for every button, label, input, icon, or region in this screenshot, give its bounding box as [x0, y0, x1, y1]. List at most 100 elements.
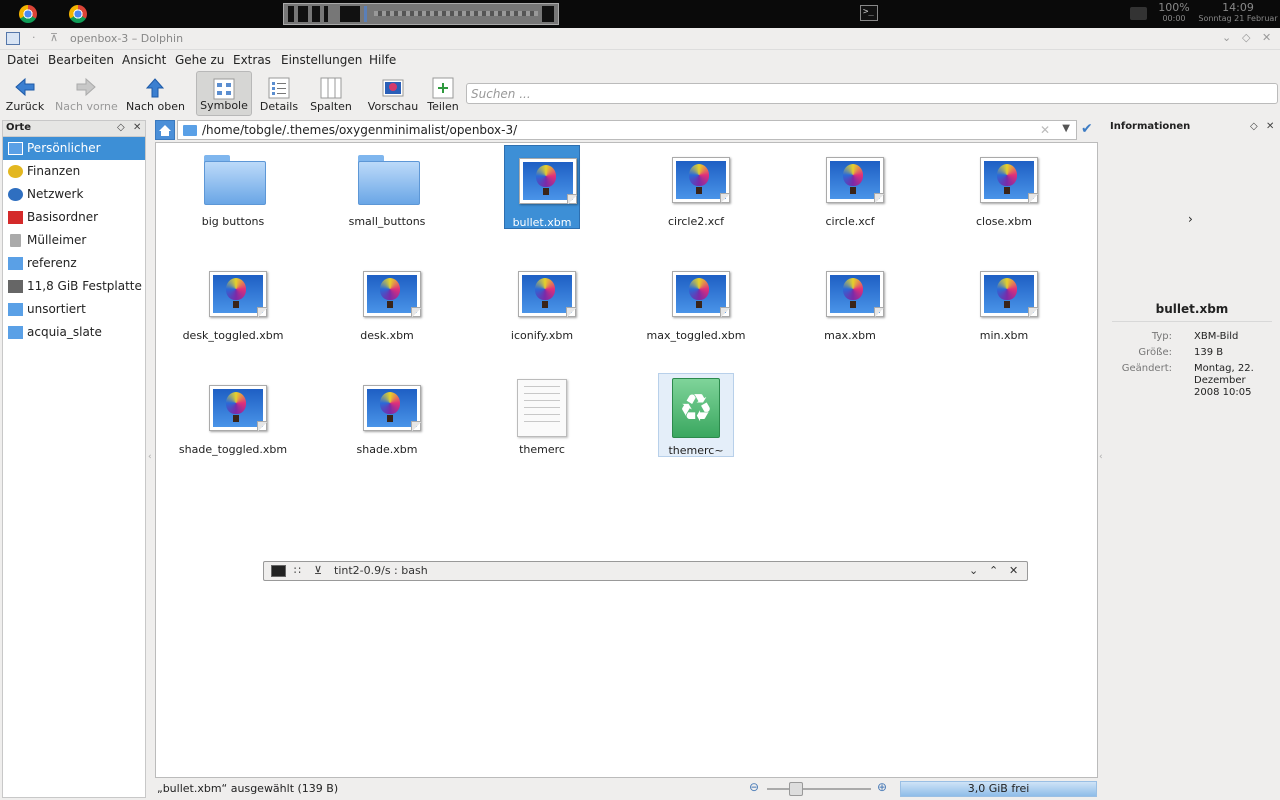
information-panel: Informationen ◇ ✕ › bullet.xbm Typ: XBM-…	[1106, 120, 1278, 798]
file-item[interactable]: ♻ themerc~	[658, 373, 734, 457]
file-view[interactable]: big buttons small_buttons bullet.xbm circle…	[155, 142, 1098, 778]
confirm-path-icon[interactable]: ✔	[1081, 121, 1093, 137]
file-item[interactable]: iconify.xbm	[504, 259, 580, 343]
splitter-handle[interactable]: ‹	[148, 452, 152, 462]
window-titlebar[interactable]: · ⊼ openbox-3 – Dolphin ⌄ ◇ ✕	[0, 28, 1280, 50]
balloon-image-icon	[980, 157, 1038, 203]
view-columns-button[interactable]: Spalten	[308, 71, 354, 116]
file-name: close.xbm	[975, 215, 1033, 228]
zoom-track[interactable]	[767, 788, 871, 790]
place-item[interactable]: Basisordner	[3, 206, 145, 229]
forward-button[interactable]: Nach vorne	[55, 71, 118, 116]
terminal-dock[interactable]: ∷ ⊻ tint2-0.9/s : bash ⌄ ⌃ ✕	[263, 561, 1028, 581]
splitter-handle[interactable]: ‹	[1099, 452, 1103, 462]
terminal-icon[interactable]: >_	[860, 5, 878, 21]
size-label: Größe:	[1138, 347, 1172, 358]
close-panel-icon[interactable]: ✕	[1266, 121, 1274, 132]
place-item[interactable]: referenz	[3, 252, 145, 275]
place-item[interactable]: Netzwerk	[3, 183, 145, 206]
chevron-down-icon[interactable]: ▼	[1062, 123, 1070, 134]
file-item[interactable]: close.xbm	[966, 145, 1042, 229]
close-panel-icon[interactable]: ✕	[133, 122, 141, 133]
file-item[interactable]: desk_toggled.xbm	[183, 259, 283, 343]
menu-einstellungen[interactable]: Einstellungen	[281, 53, 362, 67]
desktop-pager[interactable]	[283, 3, 559, 25]
preview-label: Vorschau	[367, 100, 419, 113]
folder-tray-icon[interactable]	[1130, 7, 1147, 20]
drag-handle-icon[interactable]: ∷	[294, 564, 301, 577]
clear-path-icon[interactable]: ✕	[1040, 123, 1050, 137]
zoom-handle[interactable]	[789, 782, 803, 796]
file-item[interactable]: circle.xcf	[812, 145, 888, 229]
keep-above-icon[interactable]: ⊼	[50, 31, 58, 44]
file-item[interactable]: shade.xbm	[349, 373, 425, 457]
menu-datei[interactable]: Datei	[7, 53, 39, 67]
back-button[interactable]: Zurück	[4, 71, 46, 116]
window-title: openbox-3 – Dolphin	[70, 32, 184, 45]
folder-icon	[8, 326, 23, 339]
path-text: /home/tobgle/.themes/oxygenminimalist/op…	[202, 123, 518, 137]
file-item[interactable]: min.xbm	[966, 259, 1042, 343]
menu-extras[interactable]: Extras	[233, 53, 271, 67]
close-icon[interactable]: ✕	[1009, 564, 1018, 577]
file-item[interactable]: desk.xbm	[349, 259, 425, 343]
folder-icon	[8, 303, 23, 316]
file-item[interactable]: big buttons	[195, 145, 271, 229]
menu-gehe-zu[interactable]: Gehe zu	[175, 53, 224, 67]
up-button[interactable]: Nach oben	[126, 71, 185, 116]
type-label: Typ:	[1151, 331, 1172, 342]
dolphin-app-icon[interactable]	[6, 32, 20, 45]
pin-icon[interactable]: ·	[32, 31, 36, 44]
battery-percent: 100%	[1158, 1, 1190, 14]
place-item[interactable]: acquia_slate	[3, 321, 145, 344]
file-item[interactable]: themerc	[504, 373, 580, 457]
file-item[interactable]: max_toggled.xbm	[647, 259, 745, 343]
chevron-right-icon[interactable]: ›	[1188, 212, 1193, 226]
split-button[interactable]: Teilen	[427, 71, 459, 116]
file-item[interactable]: circle2.xcf	[658, 145, 734, 229]
place-item[interactable]: unsortiert	[3, 298, 145, 321]
place-item[interactable]: Mülleimer	[3, 229, 145, 252]
menu-ansicht[interactable]: Ansicht	[122, 53, 166, 67]
shade-icon[interactable]: ⊻	[314, 564, 322, 577]
place-item[interactable]: Persönlicher Ordner	[3, 137, 145, 177]
close-icon[interactable]: ✕	[1262, 31, 1271, 44]
file-item[interactable]: bullet.xbm	[504, 145, 580, 229]
view-details-button[interactable]: Details	[259, 71, 299, 116]
view-icons-button[interactable]: Symbole	[196, 71, 252, 116]
place-item-label: unsortiert	[27, 302, 86, 316]
float-panel-icon[interactable]: ◇	[1250, 121, 1258, 132]
search-input[interactable]: Suchen ...	[466, 83, 1278, 104]
home-button[interactable]	[155, 120, 175, 140]
menu-bearbeiten[interactable]: Bearbeiten	[48, 53, 114, 67]
preview-button[interactable]: Vorschau	[367, 71, 419, 116]
places-list: Persönlicher Ordner Finanzen Netzwerk Basis…	[3, 137, 145, 344]
place-item[interactable]: Finanzen	[3, 160, 145, 183]
path-input[interactable]: /home/tobgle/.themes/oxygenminimalist/op…	[177, 120, 1077, 140]
chrome-launcher-icon[interactable]	[69, 5, 87, 23]
file-item[interactable]: shade_toggled.xbm	[179, 373, 287, 457]
zoom-in-icon[interactable]: ⊕	[877, 780, 887, 794]
float-panel-icon[interactable]: ◇	[117, 122, 125, 133]
zoom-out-icon[interactable]: ⊖	[749, 780, 759, 794]
split-view-icon	[432, 77, 454, 99]
chevron-up-icon[interactable]: ⌃	[989, 564, 998, 577]
maximize-icon[interactable]: ◇	[1242, 31, 1250, 44]
balloon-image-icon	[209, 385, 267, 431]
details-label: Details	[259, 100, 299, 113]
balloon-image-icon	[363, 385, 421, 431]
recycle-backup-icon: ♻	[672, 378, 720, 438]
chrome-launcher-icon[interactable]	[19, 5, 37, 23]
zoom-slider[interactable]: ⊖ ⊕	[749, 780, 889, 798]
menu-hilfe[interactable]: Hilfe	[369, 53, 396, 67]
clock[interactable]: 14:09 Sonntag 21 Februar	[1196, 2, 1280, 24]
details-view-icon	[268, 77, 290, 99]
minimize-icon[interactable]: ⌄	[1222, 31, 1231, 44]
places-header: Orte ◇ ✕	[3, 121, 145, 137]
chevron-down-icon[interactable]: ⌄	[969, 564, 978, 577]
file-name: big buttons	[201, 215, 265, 228]
file-item[interactable]: small_buttons	[349, 145, 425, 229]
place-item[interactable]: 11,8 GiB Festplatte	[3, 275, 145, 298]
file-item[interactable]: max.xbm	[812, 259, 888, 343]
balloon-image-icon	[980, 271, 1038, 317]
